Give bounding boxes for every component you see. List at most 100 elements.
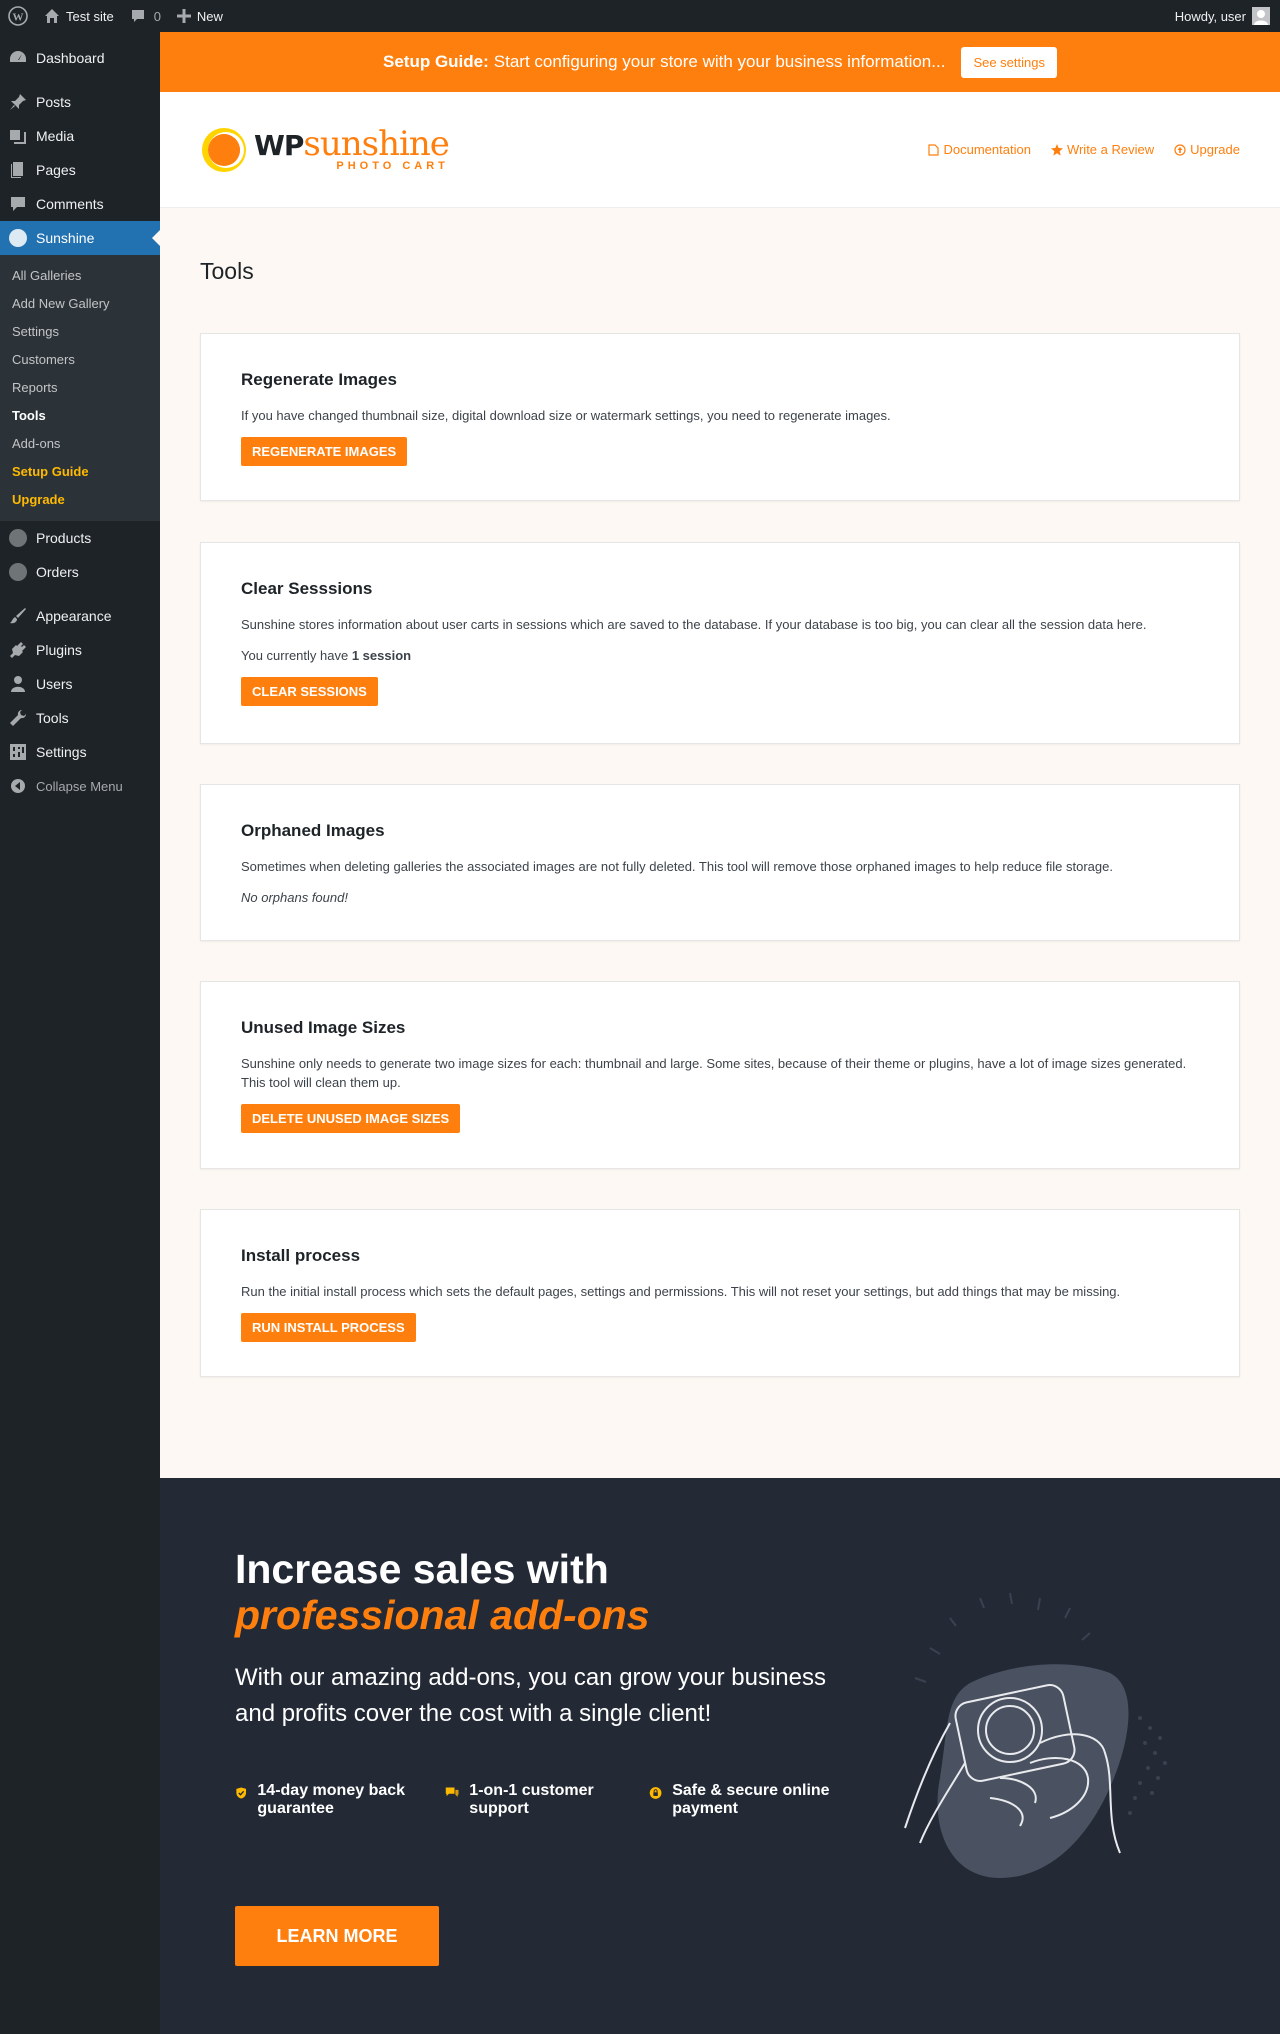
menu-item-comments[interactable]: Comments bbox=[0, 187, 160, 221]
menu-label: Media bbox=[36, 128, 75, 144]
orphaned-images-card: Orphaned Images Sometimes when deleting … bbox=[200, 784, 1240, 941]
menu-label: Dashboard bbox=[36, 50, 105, 66]
collapse-icon bbox=[8, 776, 28, 796]
site-name-link[interactable]: Test site bbox=[36, 0, 122, 32]
orphans-status: No orphans found! bbox=[241, 890, 348, 905]
write-review-link[interactable]: Write a Review bbox=[1050, 142, 1154, 157]
sunshine-icon bbox=[8, 228, 28, 248]
submenu-add-ons[interactable]: Add-ons bbox=[0, 430, 160, 458]
menu-item-appearance[interactable]: Appearance bbox=[0, 599, 160, 633]
document-icon bbox=[928, 143, 940, 156]
menu-label: Posts bbox=[36, 94, 72, 110]
page-title: Tools bbox=[200, 258, 254, 284]
shield-check-icon bbox=[236, 1787, 247, 1799]
documentation-link[interactable]: Documentation bbox=[928, 142, 1031, 157]
card-description: Sunshine stores information about user c… bbox=[241, 617, 1147, 632]
install-process-card: Install process Run the initial install … bbox=[200, 1209, 1240, 1377]
comments-link[interactable]: 0 bbox=[122, 0, 169, 32]
svg-text:W: W bbox=[13, 12, 24, 24]
clear-sessions-button[interactable]: CLEAR SESSIONS bbox=[241, 677, 378, 706]
header-links: Documentation Write a Review Upgrade bbox=[908, 142, 1240, 157]
wordpress-logo-icon[interactable]: W bbox=[0, 0, 36, 32]
menu-item-dashboard[interactable]: Dashboard bbox=[0, 41, 160, 75]
menu-label: Pages bbox=[36, 162, 76, 178]
feature-item: Safe & secure online payment bbox=[649, 1782, 839, 1818]
unused-image-sizes-card: Unused Image Sizes Sunshine only needs t… bbox=[200, 981, 1240, 1169]
feature-item: 14-day money back guarantee bbox=[235, 1782, 415, 1818]
see-settings-button[interactable]: See settings bbox=[961, 46, 1057, 78]
collapse-label: Collapse Menu bbox=[36, 778, 123, 794]
menu-item-plugins[interactable]: Plugins bbox=[0, 633, 160, 667]
lock-icon bbox=[649, 1787, 662, 1799]
submenu-all-galleries[interactable]: All Galleries bbox=[0, 262, 160, 290]
banner-text: Start configuring your store with your b… bbox=[493, 52, 946, 71]
menu-label: Appearance bbox=[36, 608, 112, 624]
menu-item-products[interactable]: Products bbox=[0, 521, 160, 555]
feature-item: 1-on-1 customer support bbox=[445, 1782, 619, 1818]
card-description: If you have changed thumbnail size, digi… bbox=[241, 408, 891, 423]
promo-heading: Increase sales with professional add-ons bbox=[235, 1546, 650, 1638]
menu-item-users[interactable]: Users bbox=[0, 667, 160, 701]
regenerate-images-button[interactable]: REGENERATE IMAGES bbox=[241, 437, 408, 466]
admin-bar: W Test site 0 New Howdy, user bbox=[0, 0, 1280, 32]
delete-unused-sizes-button[interactable]: DELETE UNUSED IMAGE SIZES bbox=[241, 1104, 461, 1133]
submenu-tools[interactable]: Tools bbox=[0, 402, 160, 430]
menu-item-pages[interactable]: Pages bbox=[0, 153, 160, 187]
menu-label: Comments bbox=[36, 196, 104, 212]
submenu-reports[interactable]: Reports bbox=[0, 374, 160, 402]
upgrade-icon bbox=[1174, 143, 1186, 156]
site-name: Test site bbox=[66, 8, 114, 24]
wrench-icon bbox=[8, 708, 28, 728]
run-install-process-button[interactable]: RUN INSTALL PROCESS bbox=[241, 1313, 416, 1342]
sunshine-logo[interactable]: WPsunshine PHOTO CART bbox=[200, 125, 450, 175]
submenu-customers[interactable]: Customers bbox=[0, 346, 160, 374]
menu-label: Tools bbox=[36, 710, 69, 726]
sun-logo-icon bbox=[202, 127, 246, 172]
sunshine-icon bbox=[8, 528, 28, 548]
card-description: Sunshine only needs to generate two imag… bbox=[241, 1056, 1187, 1090]
session-count-value: 1 session bbox=[351, 648, 412, 663]
pin-icon bbox=[8, 92, 28, 112]
menu-item-settings[interactable]: Settings bbox=[0, 735, 160, 769]
card-description: Run the initial install process which se… bbox=[241, 1284, 1121, 1299]
card-title: Orphaned Images bbox=[241, 821, 385, 840]
menu-item-sunshine[interactable]: Sunshine bbox=[0, 221, 160, 255]
promo-heading-em: professional add-ons bbox=[235, 1592, 650, 1638]
sunshine-submenu: All Galleries Add New Gallery Settings C… bbox=[0, 255, 160, 521]
comment-icon bbox=[131, 10, 144, 22]
menu-label: Orders bbox=[36, 564, 79, 580]
logo-wp: WP bbox=[254, 129, 304, 162]
star-icon bbox=[1050, 143, 1063, 156]
submenu-add-new-gallery[interactable]: Add New Gallery bbox=[0, 290, 160, 318]
card-title: Install process bbox=[241, 1246, 361, 1265]
menu-item-posts[interactable]: Posts bbox=[0, 85, 160, 119]
menu-item-tools[interactable]: Tools bbox=[0, 701, 160, 735]
learn-more-button[interactable]: LEARN MORE bbox=[235, 1906, 439, 1966]
promo-features: 14-day money back guarantee 1-on-1 custo… bbox=[235, 1782, 869, 1818]
menu-label: Settings bbox=[36, 744, 87, 760]
menu-label: Sunshine bbox=[36, 230, 95, 246]
admin-sidebar: Dashboard Posts Media Pages Comments Sun… bbox=[0, 32, 160, 2034]
menu-item-orders[interactable]: Orders bbox=[0, 555, 160, 589]
submenu-settings[interactable]: Settings bbox=[0, 318, 160, 346]
menu-label: Products bbox=[36, 530, 92, 546]
sunshine-icon bbox=[8, 562, 28, 582]
session-count: You currently have 1 session bbox=[241, 648, 412, 663]
new-content-link[interactable]: New bbox=[169, 0, 231, 32]
submenu-setup-guide[interactable]: Setup Guide bbox=[0, 458, 160, 486]
card-title: Clear Sesssions bbox=[241, 579, 373, 598]
submenu-upgrade[interactable]: Upgrade bbox=[0, 486, 160, 514]
collapse-menu-button[interactable]: Collapse Menu bbox=[0, 769, 160, 803]
my-account[interactable]: Howdy, user bbox=[1175, 7, 1280, 25]
settings-icon bbox=[8, 742, 28, 762]
new-label: New bbox=[196, 8, 223, 24]
upgrade-link[interactable]: Upgrade bbox=[1174, 142, 1240, 157]
card-title: Unused Image Sizes bbox=[241, 1018, 406, 1037]
avatar bbox=[1252, 7, 1270, 25]
home-icon bbox=[45, 9, 59, 23]
howdy-text: Howdy, user bbox=[1174, 8, 1246, 24]
menu-label: Plugins bbox=[36, 642, 82, 658]
menu-item-media[interactable]: Media bbox=[0, 119, 160, 153]
card-title: Regenerate Images bbox=[241, 370, 397, 389]
comment-icon bbox=[8, 194, 28, 214]
